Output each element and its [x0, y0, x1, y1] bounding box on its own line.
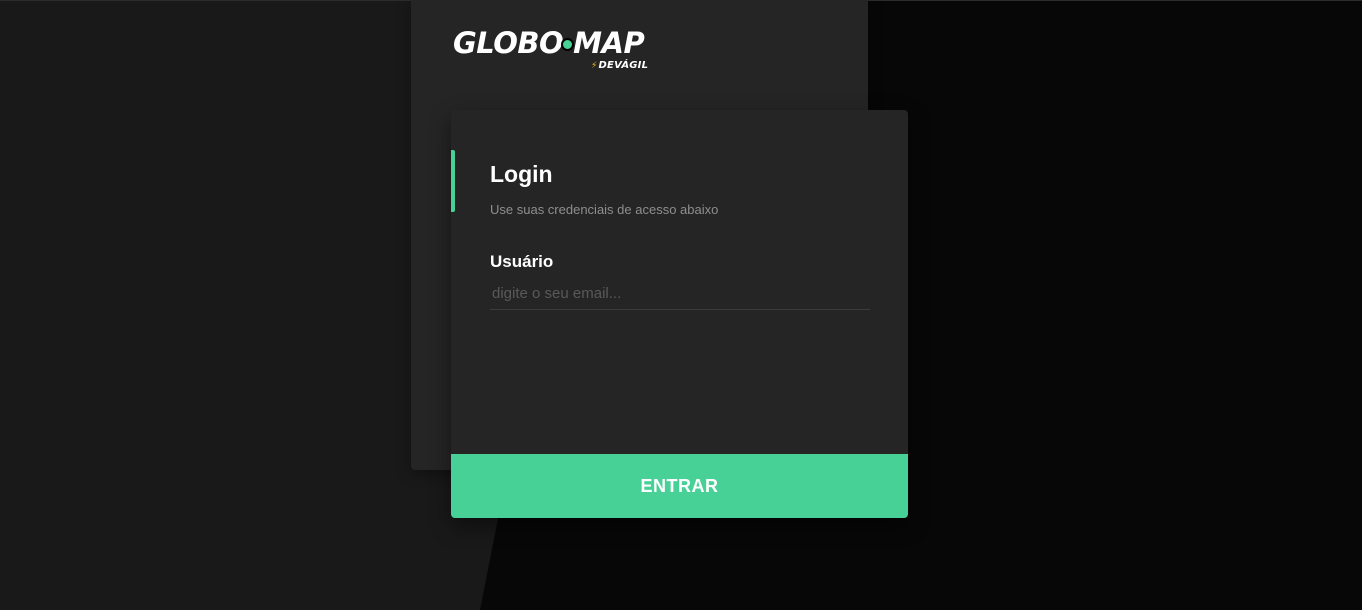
lightning-bolt-icon: ⚡	[591, 61, 598, 71]
circle-dot-icon	[561, 37, 575, 51]
login-title: Login	[490, 161, 553, 187]
logo-wordmark: GLOBO MAP	[453, 24, 645, 62]
logo-text-right: MAP	[573, 26, 645, 60]
globomap-logo: GLOBO MAP ⚡DEVÁGIL	[453, 24, 653, 76]
username-label: Usuário	[490, 252, 554, 271]
logo-subtitle: ⚡DEVÁGIL	[591, 60, 648, 72]
accent-bar	[451, 150, 455, 212]
logo-sub-text: DEVÁGIL	[598, 60, 649, 71]
logo-text-left: GLOBO	[453, 26, 564, 60]
username-input[interactable]	[490, 278, 870, 310]
login-button[interactable]: ENTRAR	[451, 454, 908, 518]
login-card: Login Use suas credenciais de acesso aba…	[451, 110, 908, 518]
login-subtitle: Use suas credenciais de acesso abaixo	[490, 202, 719, 217]
